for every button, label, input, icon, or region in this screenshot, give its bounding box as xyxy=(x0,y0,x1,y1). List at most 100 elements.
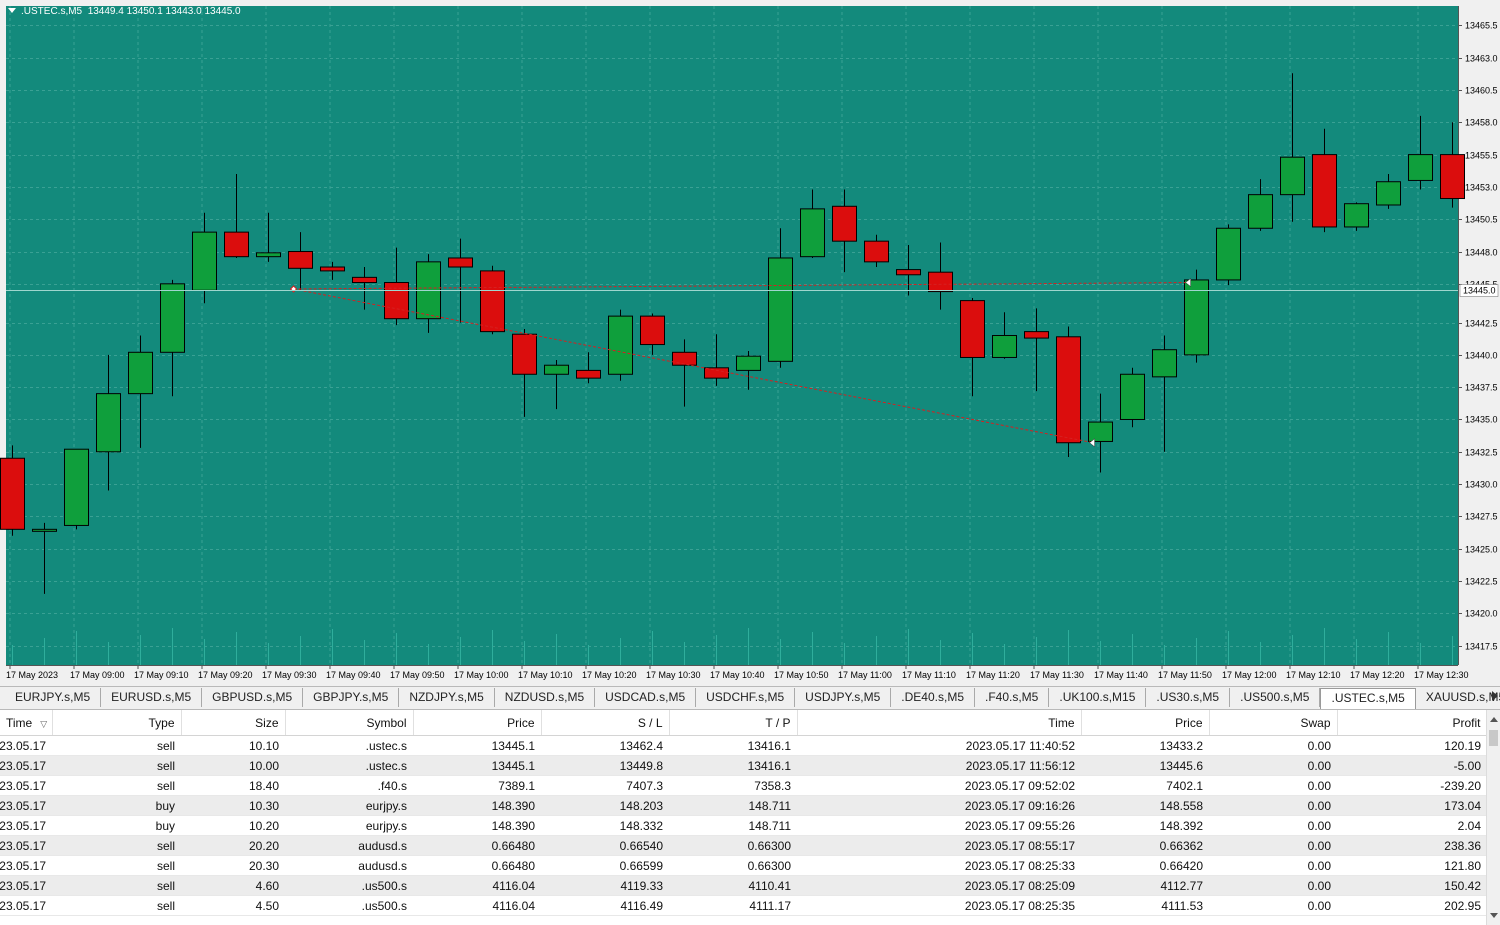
chart-tab-2[interactable]: GBPUSD.s,M5 xyxy=(202,688,304,707)
cell-time-open: 2023.05.17 09:39:33 xyxy=(0,755,52,776)
table-row[interactable]: 2023.05.17 09:39:33sell10.00.ustec.s1344… xyxy=(0,755,1487,776)
candle-body[interactable] xyxy=(832,205,857,242)
price-chart[interactable]: 13465.5 13463.0 13460.5 13458.0 13455.5 13453… xyxy=(0,0,1500,686)
candle-body[interactable] xyxy=(1024,331,1049,339)
candle-body[interactable] xyxy=(1056,336,1081,444)
candle-body[interactable] xyxy=(512,333,537,375)
candle-body[interactable] xyxy=(1120,373,1145,420)
chart-tab-13[interactable]: .US500.s,M5 xyxy=(1230,688,1321,707)
cell-swap: 0.00 xyxy=(1209,815,1337,836)
header-price-open[interactable]: Price xyxy=(413,710,542,736)
candle-body[interactable] xyxy=(128,351,153,395)
table-row[interactable]: 2023.05.17 08:21:13sell20.20audusd.s0.66… xyxy=(0,835,1487,856)
candle-body[interactable] xyxy=(288,251,313,269)
scroll-down-icon[interactable] xyxy=(1490,913,1498,918)
header-price-close[interactable]: Price xyxy=(1081,710,1210,736)
candle-body[interactable] xyxy=(736,355,761,371)
candle-body[interactable] xyxy=(992,335,1017,358)
candle-body[interactable] xyxy=(640,315,665,346)
cell-profit: 2.04 xyxy=(1337,815,1487,836)
candle-body[interactable] xyxy=(352,276,377,284)
table-row[interactable]: 2023.05.17 08:18:05sell4.60.us500.s4116.… xyxy=(0,875,1487,896)
candle-body[interactable] xyxy=(32,528,57,532)
candle-body[interactable] xyxy=(160,283,185,353)
candle-body[interactable] xyxy=(1216,227,1241,281)
chart-tab-11[interactable]: .UK100.s,M15 xyxy=(1049,688,1147,707)
candle-body[interactable] xyxy=(1440,154,1465,200)
cell-tp: 148.711 xyxy=(669,815,797,836)
chart-tab-1[interactable]: EURUSD.s,M5 xyxy=(101,688,203,707)
chart-tab-9[interactable]: .DE40.s,M5 xyxy=(891,688,975,707)
candle-body[interactable] xyxy=(1344,203,1369,228)
table-scrollbar[interactable] xyxy=(1486,710,1500,925)
candle-body[interactable] xyxy=(224,231,249,258)
chart-tab-0[interactable]: EURJPY.s,M5 xyxy=(5,688,102,707)
candle-body[interactable] xyxy=(768,257,793,362)
candle-body[interactable] xyxy=(1248,194,1273,229)
cell-sl: 0.66540 xyxy=(541,835,669,856)
chart-tab-4[interactable]: NZDJPY.s,M5 xyxy=(399,688,495,707)
candle-body[interactable] xyxy=(448,257,473,268)
chart-tab-5[interactable]: NZDUSD.s,M5 xyxy=(495,688,596,707)
table-row[interactable]: 2023.05.17 08:33:09buy10.30eurjpy.s148.3… xyxy=(0,795,1487,816)
candle-body[interactable] xyxy=(960,300,985,358)
header-profit[interactable]: Profit xyxy=(1337,710,1487,736)
candle-body[interactable] xyxy=(928,271,953,293)
candle-body[interactable] xyxy=(192,231,217,291)
candle-body[interactable] xyxy=(672,351,697,366)
chart-tab-14[interactable]: .USTEC.s,M5 xyxy=(1320,688,1416,709)
candle-body[interactable] xyxy=(896,269,921,276)
candle-body[interactable] xyxy=(96,393,121,453)
header-time-close[interactable]: Time xyxy=(797,710,1082,736)
header-sl[interactable]: S / L xyxy=(541,710,670,736)
chart-tab-6[interactable]: USDCAD.s,M5 xyxy=(595,688,697,707)
chart-tab-8[interactable]: USDJPY.s,M5 xyxy=(795,688,892,707)
candle-body[interactable] xyxy=(864,240,889,263)
candle-body[interactable] xyxy=(704,367,729,379)
candle-body[interactable] xyxy=(576,369,601,379)
candle-body[interactable] xyxy=(0,457,25,530)
candle-body[interactable] xyxy=(480,270,505,333)
candle-body[interactable] xyxy=(1152,349,1177,378)
header-swap[interactable]: Swap xyxy=(1209,710,1338,736)
cell-profit: 120.19 xyxy=(1337,735,1487,756)
header-symbol[interactable]: Symbol xyxy=(285,710,414,736)
candle-body[interactable] xyxy=(64,448,89,526)
tabs-scroll-right-icon[interactable] xyxy=(1492,691,1498,701)
candle-body[interactable] xyxy=(1184,279,1209,356)
candle-body[interactable] xyxy=(544,364,569,375)
header-tp[interactable]: T / P xyxy=(669,710,798,736)
cell-symbol: eurjpy.s xyxy=(285,795,413,816)
table-row[interactable]: 2023.05.17 09:39:33sell10.10.ustec.s1344… xyxy=(0,735,1487,756)
cell-price-open: 4116.04 xyxy=(413,875,541,896)
chart-tab-7[interactable]: USDCHF.s,M5 xyxy=(696,688,796,707)
candle-body[interactable] xyxy=(256,252,281,258)
header-size[interactable]: Size xyxy=(181,710,286,736)
candle-body[interactable] xyxy=(608,315,633,375)
candle-body[interactable] xyxy=(800,208,825,258)
chart-tab-10[interactable]: .F40.s,M5 xyxy=(975,688,1050,707)
candle-body[interactable] xyxy=(1280,156,1305,196)
candle-body[interactable] xyxy=(1408,154,1433,181)
candle-body[interactable] xyxy=(1088,421,1113,442)
table-row[interactable]: 2023.05.17 08:33:09buy10.20eurjpy.s148.3… xyxy=(0,815,1487,836)
table-row[interactable]: 2023.05.17 09:17:47sell18.40.f40.s7389.1… xyxy=(0,775,1487,796)
header-type[interactable]: Type xyxy=(52,710,182,736)
chart-tab-3[interactable]: GBPJPY.s,M5 xyxy=(303,688,400,707)
cell-type: sell xyxy=(52,775,181,796)
table-row[interactable]: 2023.05.17 08:18:05sell4.50.us500.s4116.… xyxy=(0,895,1487,916)
cell-price-open: 13445.1 xyxy=(413,735,541,756)
cell-profit: 121.80 xyxy=(1337,855,1487,876)
chart-tab-15[interactable]: XAUUSD.s,M5 xyxy=(1416,688,1500,707)
chart-tab-12[interactable]: .US30.s,M5 xyxy=(1146,688,1231,707)
candle-body[interactable] xyxy=(1312,154,1337,228)
candle-body[interactable] xyxy=(320,266,345,272)
table-row[interactable]: 2023.05.17 08:21:13sell20.30audusd.s0.66… xyxy=(0,855,1487,876)
scroll-up-icon[interactable] xyxy=(1490,717,1498,722)
cell-size: 4.60 xyxy=(181,875,285,896)
chart-canvas[interactable]: 13465.5 13463.0 13460.5 13458.0 13455.5 13453… xyxy=(0,0,1500,686)
header-time-open[interactable]: Time ▽ xyxy=(0,710,53,736)
candle-body[interactable] xyxy=(1376,181,1401,206)
scroll-thumb[interactable] xyxy=(1489,730,1498,746)
collapse-triangle-icon[interactable] xyxy=(8,8,16,13)
